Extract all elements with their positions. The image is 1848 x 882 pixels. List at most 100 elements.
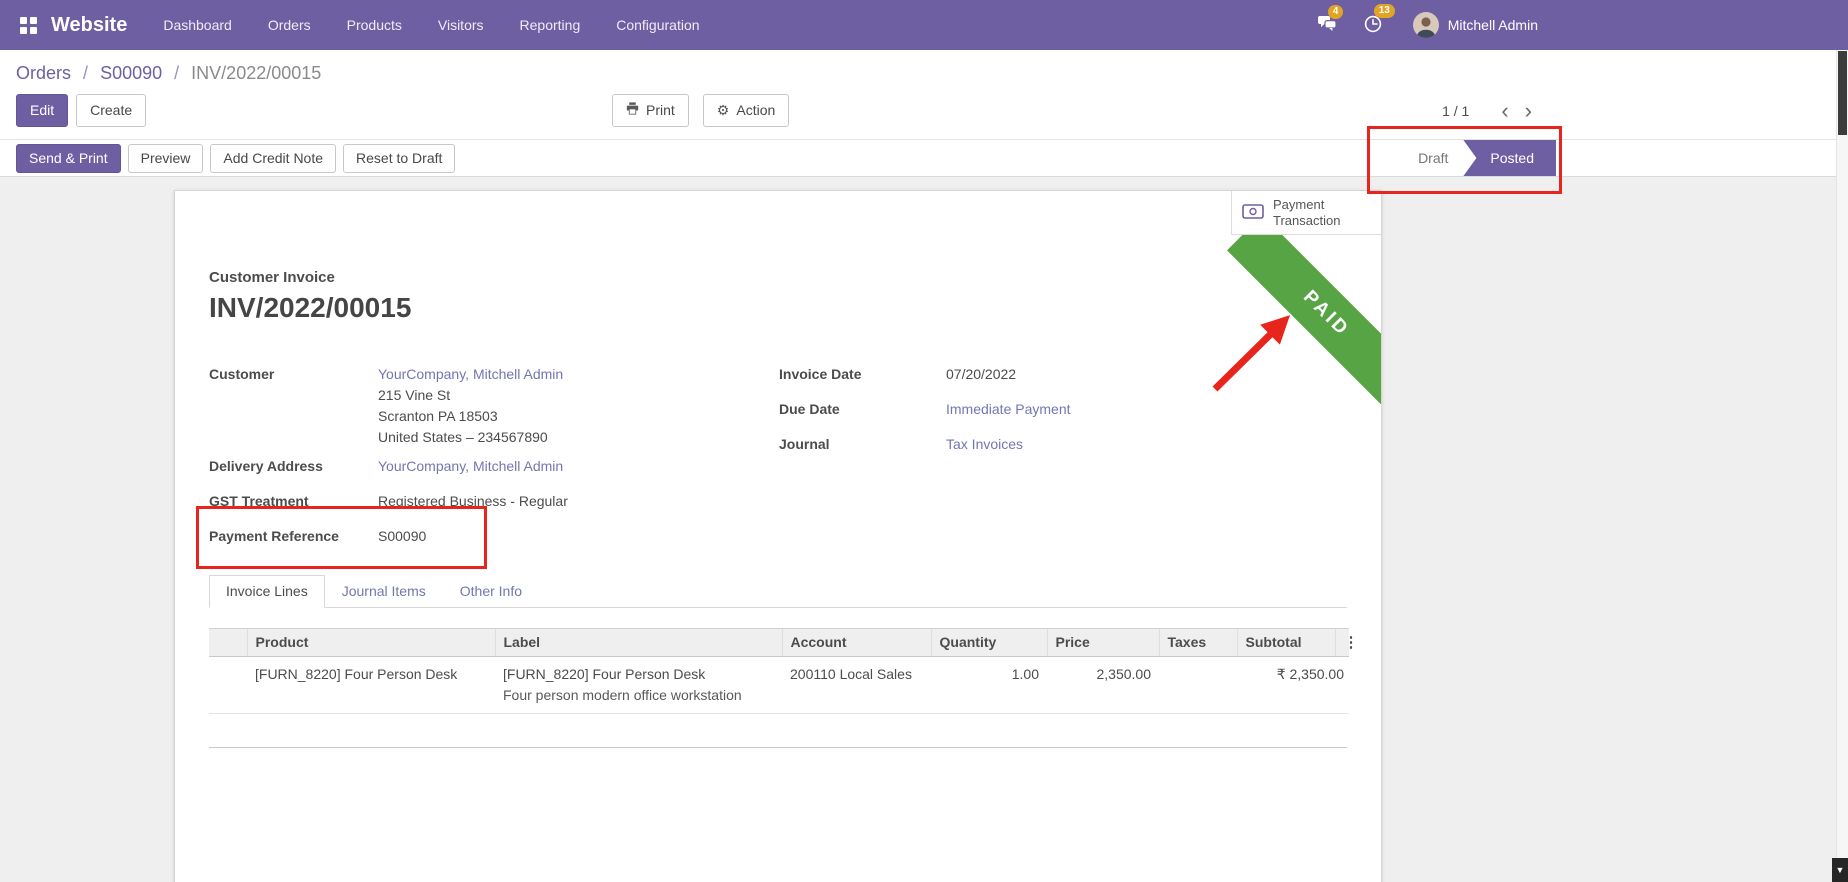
breadcrumb-orders-link[interactable]: Orders (16, 63, 71, 83)
messages-badge: 4 (1328, 5, 1344, 19)
table-header-row: Product Label Account Quantity Price Tax… (209, 629, 1349, 657)
clock-icon (1363, 22, 1383, 37)
customer-link[interactable]: YourCompany, Mitchell Admin (378, 366, 563, 382)
label-line: [FURN_8220] Four Person Desk (503, 664, 774, 685)
nav-item-reporting[interactable]: Reporting (520, 17, 581, 33)
column-header-label[interactable]: Label (495, 629, 782, 657)
column-header-subtotal[interactable]: Subtotal (1237, 629, 1335, 657)
state-draft[interactable]: Draft (1403, 140, 1463, 176)
state-posted[interactable]: Posted (1463, 140, 1556, 176)
invoice-number-title: INV/2022/00015 (209, 292, 1347, 324)
page: Website Dashboard Orders Products Visito… (0, 0, 1848, 882)
price-cell: 2,350.00 (1047, 657, 1159, 714)
view-buttons: Edit Create (16, 94, 146, 127)
nav-item-orders[interactable]: Orders (268, 17, 311, 33)
right-field-group: Invoice Date 07/20/2022 Due Date Immedia… (779, 364, 1347, 561)
label-cell: [FURN_8220] Four Person Desk Four person… (495, 657, 782, 714)
column-header-price[interactable]: Price (1047, 629, 1159, 657)
label-description-line: Four person modern office workstation (503, 685, 774, 706)
address-line: United States – 234567890 (378, 427, 563, 448)
activities-badge: 13 (1374, 4, 1395, 18)
payment-reference-value: S00090 (378, 526, 426, 547)
app-name[interactable]: Website (51, 14, 127, 37)
preview-button[interactable]: Preview (128, 144, 204, 173)
invoice-line-row[interactable]: [FURN_8220] Four Person Desk [FURN_8220]… (209, 657, 1349, 714)
invoice-lines-table: Product Label Account Quantity Price Tax… (209, 628, 1349, 714)
address-line: Scranton PA 18503 (378, 406, 563, 427)
totals-separator (209, 747, 1347, 748)
quantity-cell: 1.00 (931, 657, 1047, 714)
due-date-field: Due Date Immediate Payment (779, 399, 1347, 420)
left-field-group: Customer YourCompany, Mitchell Admin 215… (209, 364, 779, 561)
reset-to-draft-button[interactable]: Reset to Draft (343, 144, 455, 173)
gst-treatment-field: GST Treatment Registered Business - Regu… (209, 491, 779, 512)
pager-previous-icon[interactable]: ‹ (1493, 100, 1516, 122)
payment-transaction-button[interactable]: Payment Transaction (1231, 191, 1381, 235)
customer-field: Customer YourCompany, Mitchell Admin 215… (209, 364, 779, 448)
account-cell: 200110 Local Sales (782, 657, 931, 714)
pager: 1 / 1 ‹ › (1442, 100, 1540, 122)
due-date-link[interactable]: Immediate Payment (946, 401, 1071, 417)
add-credit-note-button[interactable]: Add Credit Note (210, 144, 336, 173)
column-header-account[interactable]: Account (782, 629, 931, 657)
tab-journal-items[interactable]: Journal Items (325, 575, 443, 608)
nav-item-products[interactable]: Products (347, 17, 402, 33)
user-menu[interactable]: Mitchell Admin (1407, 11, 1544, 39)
edit-button[interactable]: Edit (16, 94, 68, 127)
gst-treatment-label: GST Treatment (209, 491, 378, 512)
nav-item-visitors[interactable]: Visitors (438, 17, 484, 33)
document-type-label: Customer Invoice (209, 269, 1347, 286)
pager-value[interactable]: 1 / 1 (1442, 103, 1469, 119)
breadcrumb-separator: / (83, 63, 88, 83)
money-icon (1242, 204, 1264, 222)
column-options-icon[interactable]: ⋮ (1335, 629, 1349, 657)
gear-icon: ⚙ (717, 102, 730, 119)
customer-label: Customer (209, 364, 378, 448)
status-widget: Draft Posted (1403, 140, 1556, 176)
action-button[interactable]: ⚙ Action (703, 94, 789, 127)
create-button[interactable]: Create (76, 94, 146, 127)
payment-reference-field: Payment Reference S00090 (209, 526, 779, 547)
handle-column-header (209, 629, 247, 657)
payment-reference-label: Payment Reference (209, 526, 378, 547)
print-button[interactable]: Print (612, 94, 689, 127)
delivery-address-link[interactable]: YourCompany, Mitchell Admin (378, 458, 563, 474)
main-menu: Dashboard Orders Products Visitors Repor… (163, 17, 699, 33)
tab-other-info[interactable]: Other Info (443, 575, 539, 608)
breadcrumb-sale-order-link[interactable]: S00090 (100, 63, 162, 83)
due-date-label: Due Date (779, 399, 946, 420)
user-avatar-icon (1413, 12, 1439, 38)
pager-next-icon[interactable]: › (1517, 100, 1540, 122)
invoice-sheet: Payment Transaction PAID Customer Invoic… (174, 190, 1382, 882)
send-and-print-button[interactable]: Send & Print (16, 144, 121, 173)
gst-treatment-value: Registered Business - Regular (378, 491, 568, 512)
scroll-down-button[interactable]: ▼ (1832, 858, 1848, 882)
printer-icon (626, 102, 639, 119)
user-name: Mitchell Admin (1448, 17, 1538, 33)
product-cell: [FURN_8220] Four Person Desk (247, 657, 495, 714)
column-header-product[interactable]: Product (247, 629, 495, 657)
journal-field: Journal Tax Invoices (779, 434, 1347, 455)
delivery-address-field: Delivery Address YourCompany, Mitchell A… (209, 456, 779, 477)
notebook-tabs: Invoice Lines Journal Items Other Info (209, 575, 1347, 608)
field-groups: Customer YourCompany, Mitchell Admin 215… (209, 364, 1347, 561)
apps-grid-icon (20, 17, 37, 34)
messages-button[interactable]: 4 (1315, 13, 1339, 37)
scrollbar-thumb[interactable] (1838, 51, 1847, 135)
delivery-address-label: Delivery Address (209, 456, 378, 477)
journal-link[interactable]: Tax Invoices (946, 436, 1023, 452)
systray: 4 13 (1315, 11, 1544, 39)
row-handle-cell (209, 657, 247, 714)
apps-menu-button[interactable] (16, 13, 41, 38)
column-header-taxes[interactable]: Taxes (1159, 629, 1237, 657)
nav-item-configuration[interactable]: Configuration (616, 17, 699, 33)
column-header-quantity[interactable]: Quantity (931, 629, 1047, 657)
nav-item-dashboard[interactable]: Dashboard (163, 17, 232, 33)
breadcrumb: Orders / S00090 / INV/2022/00015 (0, 50, 1556, 88)
tab-invoice-lines[interactable]: Invoice Lines (209, 575, 325, 608)
statusbar-buttons: Send & Print Preview Add Credit Note Res… (16, 144, 455, 173)
subtotal-cell: ₹ 2,350.00 (1237, 657, 1349, 714)
activities-button[interactable]: 13 (1361, 12, 1385, 39)
journal-label: Journal (779, 434, 946, 455)
vertical-scrollbar[interactable] (1836, 50, 1848, 882)
